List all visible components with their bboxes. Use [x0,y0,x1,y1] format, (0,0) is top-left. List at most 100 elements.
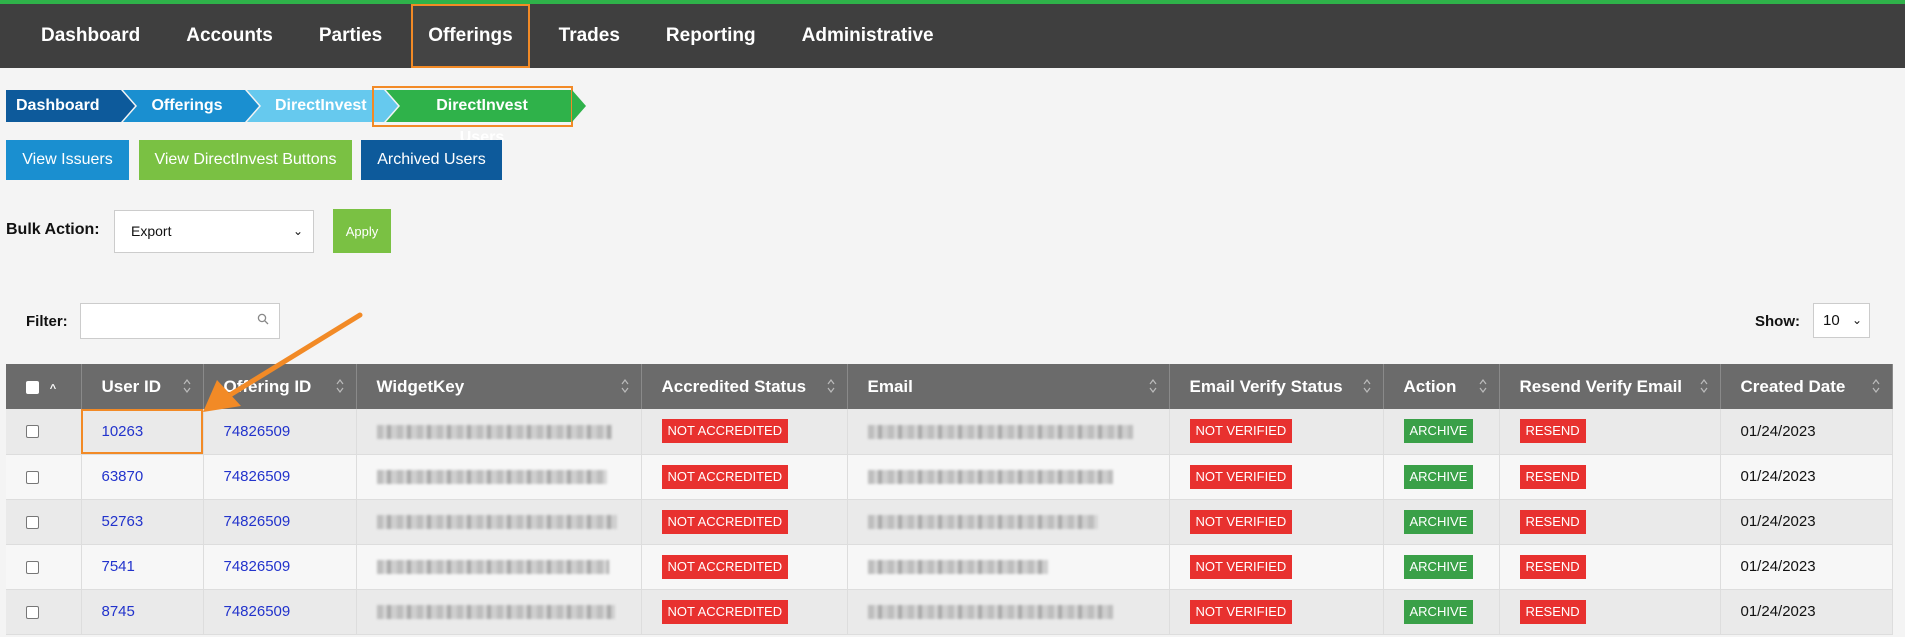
header-created-date[interactable]: Created Date [1720,364,1893,409]
header-label: Accredited Status [661,376,807,396]
header-resend-verify-email[interactable]: Resend Verify Email [1499,364,1721,409]
email-cell [847,544,1170,590]
archive-button[interactable]: ARCHIVE [1403,599,1474,624]
accredited-cell: NOT ACCREDITED [641,544,848,590]
header-label: Resend Verify Email [1519,376,1683,396]
chevron-down-icon: ⌄ [1851,313,1862,327]
apply-button[interactable]: Apply [333,209,391,253]
resend-button[interactable]: RESEND [1519,554,1586,579]
breadcrumb-offerings[interactable]: Offerings [123,90,259,122]
nav-accounts[interactable]: Accounts [169,4,290,68]
chevron-down-icon: ⌄ [292,224,303,238]
offering-id-cell: 74826509 [203,454,357,500]
archive-button[interactable]: ARCHIVE [1403,554,1474,579]
verify-status-badge: NOT VERIFIED [1189,599,1293,624]
user-id-cell: 7541 [81,544,204,590]
annotation-arrow-icon [203,312,363,412]
redacted-widgetkey [376,515,617,530]
action-cell: ARCHIVE [1383,409,1500,455]
created-date-cell: 01/24/2023 [1720,499,1893,545]
offering-id-link[interactable]: 74826509 [224,468,291,485]
bulk-action-selected: Export [131,223,172,239]
header-label: Created Date [1740,376,1846,396]
view-directinvest-buttons-button[interactable]: View DirectInvest Buttons [139,140,352,180]
sort-icon [183,379,190,393]
show-label: Show: [1755,313,1800,330]
archive-button[interactable]: ARCHIVE [1403,509,1474,534]
row-checkbox[interactable] [26,605,39,619]
user-id-link[interactable]: 63870 [102,468,144,485]
header-user-id[interactable]: User ID [81,364,204,409]
view-issuers-button[interactable]: View Issuers [6,140,129,180]
user-id-link[interactable]: 8745 [102,603,135,620]
resend-button[interactable]: RESEND [1519,599,1586,624]
accredited-status-badge: NOT ACCREDITED [661,509,789,534]
nav-administrative[interactable]: Administrative [785,4,951,68]
nav-parties[interactable]: Parties [302,4,399,68]
header-action[interactable]: Action [1383,364,1500,409]
sort-icon [1363,379,1370,393]
user-id-cell: 52763 [81,499,204,545]
header-label: WidgetKey [376,376,465,396]
redacted-email [867,515,1098,530]
widgetkey-cell [356,544,642,590]
select-all-header[interactable]: ^ [6,364,82,409]
verify-status-badge: NOT VERIFIED [1189,419,1293,444]
action-cell: ARCHIVE [1383,454,1500,500]
user-id-highlight-box [81,409,203,454]
user-id-link[interactable]: 52763 [102,513,144,530]
accredited-cell: NOT ACCREDITED [641,409,848,455]
sort-asc-icon: ^ [49,382,57,395]
verify-status-badge: NOT VERIFIED [1189,554,1293,579]
email-cell [847,499,1170,545]
table-row: 7541 74826509 NOT ACCREDITED NOT VERIFIE… [6,544,1893,590]
widgetkey-cell [356,454,642,500]
header-email[interactable]: Email [847,364,1170,409]
nav-offerings[interactable]: Offerings [411,4,530,68]
offering-id-link[interactable]: 74826509 [224,423,291,440]
offering-id-link[interactable]: 74826509 [224,603,291,620]
offering-id-link[interactable]: 74826509 [224,558,291,575]
header-email-verify-status[interactable]: Email Verify Status [1169,364,1384,409]
accredited-status-badge: NOT ACCREDITED [661,419,789,444]
nav-reporting[interactable]: Reporting [649,4,773,68]
select-all-checkbox[interactable] [26,380,39,394]
row-checkbox[interactable] [26,425,39,439]
resend-button[interactable]: RESEND [1519,464,1586,489]
resend-cell: RESEND [1499,454,1721,500]
action-cell: ARCHIVE [1383,499,1500,545]
archive-button[interactable]: ARCHIVE [1403,419,1474,444]
widgetkey-cell [356,499,642,545]
sort-icon [1149,379,1156,393]
user-id-link[interactable]: 7541 [102,558,135,575]
bulk-action-select[interactable]: Export ⌄ [114,210,314,253]
resend-cell: RESEND [1499,544,1721,590]
redacted-email [867,424,1133,439]
redacted-widgetkey [376,470,607,485]
archived-users-button[interactable]: Archived Users [361,140,502,180]
breadcrumb-directinvest[interactable]: DirectInvest [247,90,398,122]
email-cell [847,409,1170,455]
row-checkbox[interactable] [26,470,39,484]
table-row: 63870 74826509 NOT ACCREDITED NOT VERIFI… [6,454,1893,500]
redacted-widgetkey [376,560,609,575]
sort-icon [621,379,628,393]
table-row: 52763 74826509 NOT ACCREDITED NOT VERIFI… [6,499,1893,545]
archive-button[interactable]: ARCHIVE [1403,464,1474,489]
widgetkey-cell [356,589,642,635]
nav-dashboard[interactable]: Dashboard [24,4,157,68]
sort-icon [827,379,834,393]
show-select[interactable]: 10 ⌄ [1813,303,1870,338]
resend-button[interactable]: RESEND [1519,509,1586,534]
row-checkbox[interactable] [26,515,39,529]
bulk-action-label: Bulk Action: [6,221,100,238]
offering-id-cell: 74826509 [203,589,357,635]
offering-id-link[interactable]: 74826509 [224,513,291,530]
resend-button[interactable]: RESEND [1519,419,1586,444]
nav-trades[interactable]: Trades [542,4,637,68]
breadcrumb-dashboard[interactable]: Dashboard [6,90,135,122]
row-checkbox[interactable] [26,560,39,574]
sort-icon [1872,379,1879,393]
header-widgetkey[interactable]: WidgetKey [356,364,642,409]
header-accredited-status[interactable]: Accredited Status [641,364,848,409]
